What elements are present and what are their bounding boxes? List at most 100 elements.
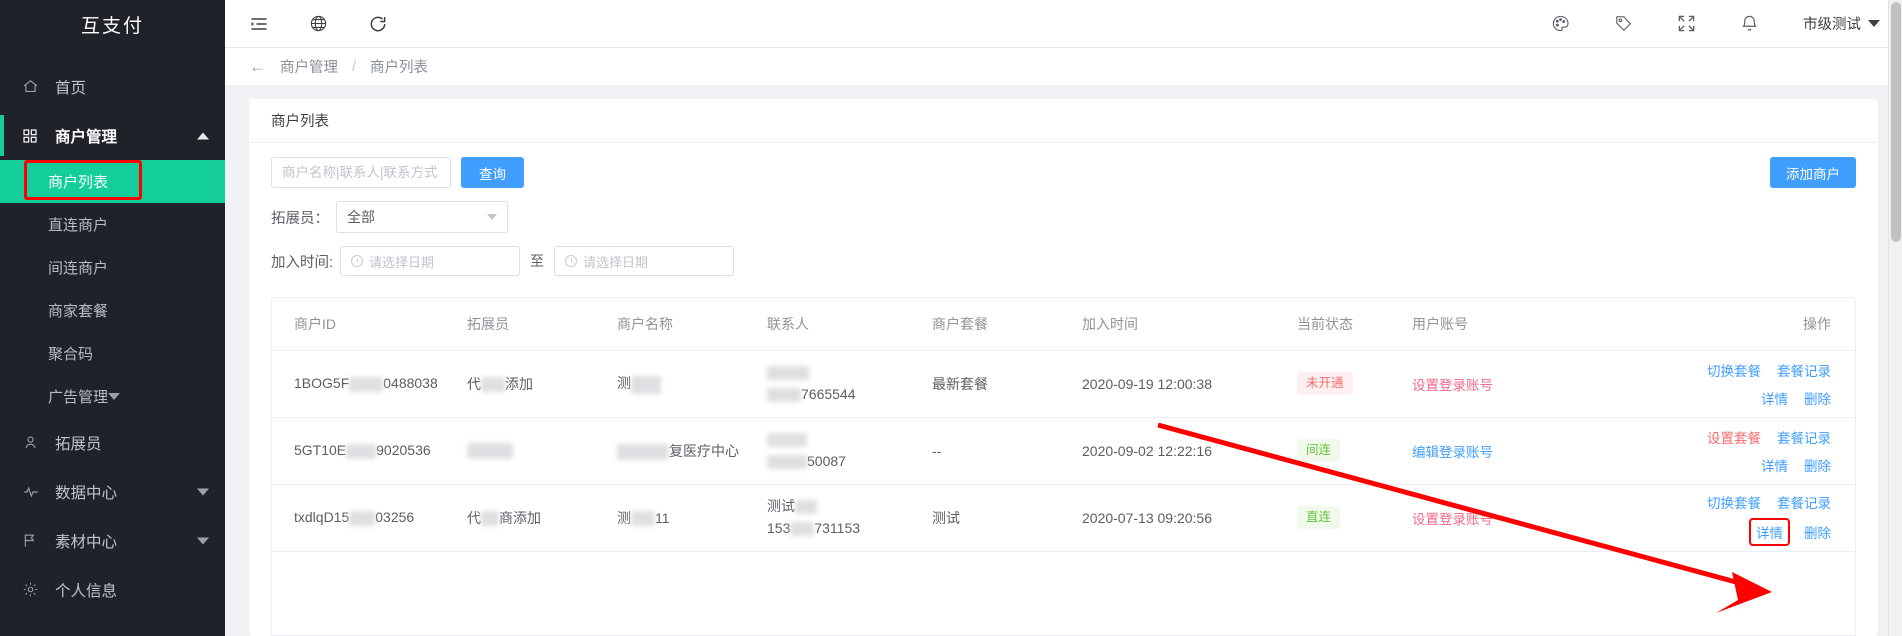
add-merchant-button[interactable]: 添加商户	[1770, 157, 1856, 188]
sidebar-item-label: 商户管理	[55, 128, 118, 146]
status-badge: 直连	[1297, 506, 1341, 529]
chevron-down-icon	[108, 393, 121, 400]
package-record-link[interactable]: 套餐记录	[1777, 427, 1831, 447]
action-links: 切换套餐 套餐记录 详情 删除	[1597, 360, 1831, 408]
cell-account: 设置登录账号	[1412, 350, 1597, 418]
switch-package-link[interactable]: 切换套餐	[1707, 360, 1761, 380]
globe-icon[interactable]	[309, 14, 328, 33]
sidebar-item-direct-merchant[interactable]: 直连商户	[0, 203, 225, 246]
cell-join-time: 2020-07-13 09:20:56	[1082, 484, 1297, 552]
refresh-icon[interactable]	[368, 14, 388, 34]
sidebar-item-personal-info[interactable]: 个人信息	[0, 565, 225, 614]
contact-number-suffix: 731153	[814, 519, 861, 536]
back-arrow-icon[interactable]: ←	[249, 58, 266, 75]
user-menu[interactable]: 市级测试	[1803, 13, 1880, 34]
sidebar-item-indirect-merchant[interactable]: 间连商户	[0, 246, 225, 289]
cell-promoter	[467, 417, 617, 485]
join-time-end-placeholder: 请选择日期	[583, 254, 649, 270]
breadcrumb-separator: /	[352, 58, 357, 75]
column-header-actions: 操作	[1597, 298, 1855, 351]
column-header-account: 用户账号	[1412, 298, 1597, 351]
detail-link[interactable]: 详情	[1761, 455, 1788, 475]
sidebar-item-material-center[interactable]: 素材中心	[0, 516, 225, 565]
breadcrumb-parent[interactable]: 商户管理	[280, 56, 338, 77]
chevron-down-icon	[1868, 20, 1880, 27]
merchant-id-suffix: 0488038	[383, 375, 438, 392]
sidebar-menu: 首页 商户管理 商户列表 直连商户 间连商户 商家套餐 聚合码 广告管理 拓展员…	[0, 48, 225, 636]
cell-join-time: 2020-09-19 12:00:38	[1082, 350, 1297, 418]
contact-line-2: 153 731153	[767, 518, 924, 540]
merchant-list-card: 商户列表 查询 拓展员： 全部 加入时间:	[249, 99, 1878, 636]
clock-icon	[351, 255, 364, 267]
sidebar-item-data-center[interactable]: 数据中心	[0, 467, 225, 516]
tag-icon[interactable]	[1614, 14, 1633, 33]
cell-status: 未开通	[1297, 350, 1412, 418]
action-line-2: 详情 删除	[1761, 388, 1831, 408]
cell-package: 测试	[932, 484, 1082, 552]
edit-login-account-link[interactable]: 编辑登录账号	[1412, 445, 1493, 460]
promoter-select[interactable]: 全部	[336, 201, 508, 233]
chevron-down-icon	[197, 537, 209, 544]
join-time-start-input[interactable]: 请选择日期	[340, 246, 521, 276]
sidebar-item-merchant-package[interactable]: 商家套餐	[0, 289, 225, 332]
menu-fold-icon[interactable]	[249, 14, 269, 34]
package-record-link[interactable]: 套餐记录	[1777, 360, 1831, 380]
search-button[interactable]: 查询	[461, 157, 524, 188]
sidebar-item-label: 商户列表	[48, 174, 109, 191]
table-row[interactable]: 1BOG5F 0488038 代添加 测 7665544 最新套餐 2020-0…	[272, 350, 1855, 418]
sidebar-submenu-merchant: 商户列表 直连商户 间连商户 商家套餐 聚合码 广告管理	[0, 160, 225, 418]
cell-contact: 7665544	[767, 350, 932, 418]
column-header-join-time: 加入时间	[1082, 298, 1297, 351]
sidebar-item-aggregate-code[interactable]: 聚合码	[0, 332, 225, 375]
table-header-row: 商户ID 拓展员 商户名称 联系人 商户套餐 加入时间 当前状态 用户账号 操作	[272, 298, 1855, 351]
sidebar-item-label: 素材中心	[55, 533, 118, 551]
delete-link[interactable]: 删除	[1804, 522, 1831, 542]
package-record-link[interactable]: 套餐记录	[1777, 492, 1831, 512]
action-line-2: 详情 删除	[1761, 455, 1831, 475]
action-links: 设置套餐 套餐记录 详情 删除	[1597, 427, 1831, 475]
delete-link[interactable]: 删除	[1804, 388, 1831, 408]
delete-link[interactable]: 删除	[1804, 455, 1831, 475]
palette-icon[interactable]	[1551, 14, 1570, 33]
grid-icon	[22, 128, 44, 144]
merchant-id-suffix: 9020536	[376, 442, 431, 459]
merchant-name-prefix: 测	[617, 509, 631, 526]
sidebar-item-home[interactable]: 首页	[0, 62, 225, 111]
merchant-name-suffix: 复医疗中心	[669, 442, 739, 459]
merchant-id-suffix: 03256	[375, 509, 415, 526]
page-scrollbar[interactable]	[1888, 0, 1902, 636]
sidebar-item-merchant-list[interactable]: 商户列表	[0, 160, 225, 203]
table-row[interactable]: txdlqD15 03256 代商添加 测 11 测试 153 731153 测…	[272, 484, 1855, 552]
action-links: 切换套餐 套餐记录 详情 删除	[1597, 492, 1831, 546]
set-package-link[interactable]: 设置套餐	[1707, 427, 1761, 447]
status-badge: 未开通	[1297, 372, 1353, 395]
merchant-table: 商户ID 拓展员 商户名称 联系人 商户套餐 加入时间 当前状态 用户账号 操作	[272, 298, 1855, 552]
search-input[interactable]	[271, 157, 451, 188]
sidebar-item-label: 首页	[55, 79, 87, 97]
sidebar-item-label: 广告管理	[48, 389, 109, 406]
promoter-select-value: 全部	[347, 209, 375, 225]
merchant-id-prefix: 1BOG5F	[294, 375, 350, 392]
merchant-table-body: 1BOG5F 0488038 代添加 测 7665544 最新套餐 2020-0…	[272, 350, 1855, 552]
set-login-account-link[interactable]: 设置登录账号	[1412, 378, 1493, 393]
contact-name: 测试	[767, 497, 795, 514]
sidebar-item-promoter[interactable]: 拓展员	[0, 418, 225, 467]
scrollbar-thumb[interactable]	[1891, 2, 1901, 242]
cell-account: 设置登录账号	[1412, 484, 1597, 552]
fullscreen-icon[interactable]	[1677, 14, 1696, 33]
bell-icon[interactable]	[1740, 14, 1759, 33]
filter-panel: 查询 拓展员： 全部 加入时间: 请选择日期	[249, 143, 1878, 289]
join-time-end-input[interactable]: 请选择日期	[554, 246, 735, 276]
sidebar-item-merchant-management[interactable]: 商户管理	[0, 111, 225, 160]
set-login-account-link[interactable]: 设置登录账号	[1412, 512, 1493, 527]
promoter-filter-label: 拓展员：	[271, 210, 329, 227]
detail-link[interactable]: 详情	[1749, 517, 1790, 546]
table-row[interactable]: 5GT10E 9020536 复医疗中心 50087 -- 2020-09-02…	[272, 417, 1855, 485]
sidebar-item-ad-management[interactable]: 广告管理	[0, 375, 225, 418]
topbar: 市级测试	[225, 0, 1902, 48]
chevron-down-icon	[487, 214, 497, 220]
detail-link[interactable]: 详情	[1761, 388, 1788, 408]
join-time-separator: 至	[530, 253, 545, 269]
switch-package-link[interactable]: 切换套餐	[1707, 492, 1761, 512]
contact-number-prefix: 153	[767, 519, 791, 536]
